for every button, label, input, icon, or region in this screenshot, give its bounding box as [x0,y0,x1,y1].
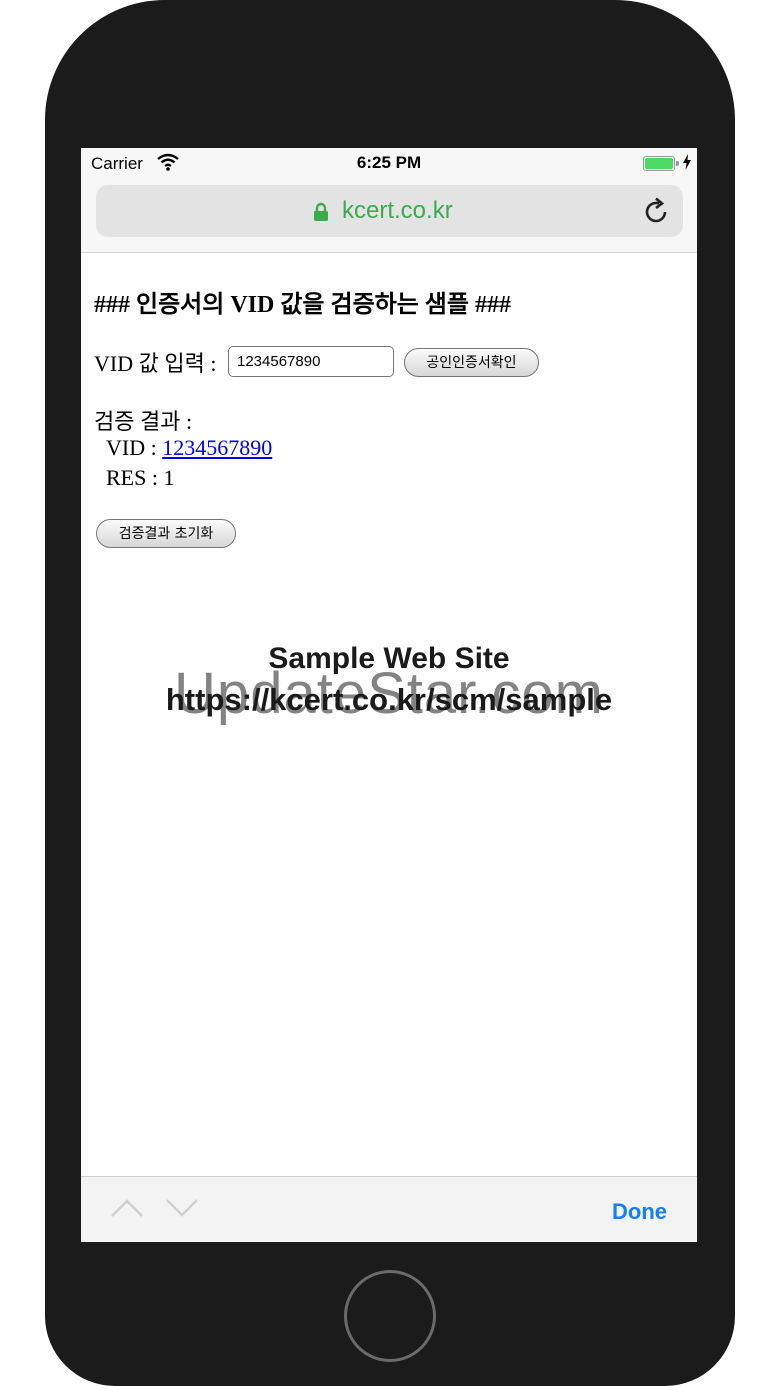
browser-header: kcert.co.kr [81,180,697,253]
overlay-url: https://kcert.co.kr/scm/sample [165,682,613,717]
page-title: ### 인증서의 VID 값을 검증하는 샘플 ### [94,292,511,318]
home-button[interactable] [344,1270,436,1362]
result-vid-link[interactable]: 1234567890 [162,435,272,460]
verify-cert-button[interactable]: 공인인증서확인 [404,348,539,377]
battery-icon [643,156,679,171]
result-res: RES : 1 [106,465,175,490]
status-bar: Carrier 6:25 PM [81,148,697,180]
result-vid: VID : 1234567890 [106,435,272,461]
charging-icon [683,154,691,175]
url-text[interactable]: kcert.co.kr [342,197,453,225]
clock: 6:25 PM [356,153,422,172]
chevron-up-icon[interactable] [111,1199,143,1222]
address-bar[interactable]: kcert.co.kr [96,185,683,237]
screen: Carrier 6:25 PM kcert.co.kr ### 인증서의 VID… [81,148,697,1242]
vid-input-label: VID 값 입력 : [94,351,217,376]
reset-result-button[interactable]: 검증결과 초기화 [96,519,236,548]
vid-input[interactable] [228,346,394,377]
lock-icon [313,202,329,227]
done-button[interactable]: Done [612,1199,667,1225]
result-label: 검증 결과 : [94,409,193,434]
result-vid-prefix: VID : [106,435,163,460]
chevron-down-icon[interactable] [166,1199,198,1222]
keyboard-toolbar: Done [81,1176,697,1242]
reload-icon[interactable] [644,197,670,230]
